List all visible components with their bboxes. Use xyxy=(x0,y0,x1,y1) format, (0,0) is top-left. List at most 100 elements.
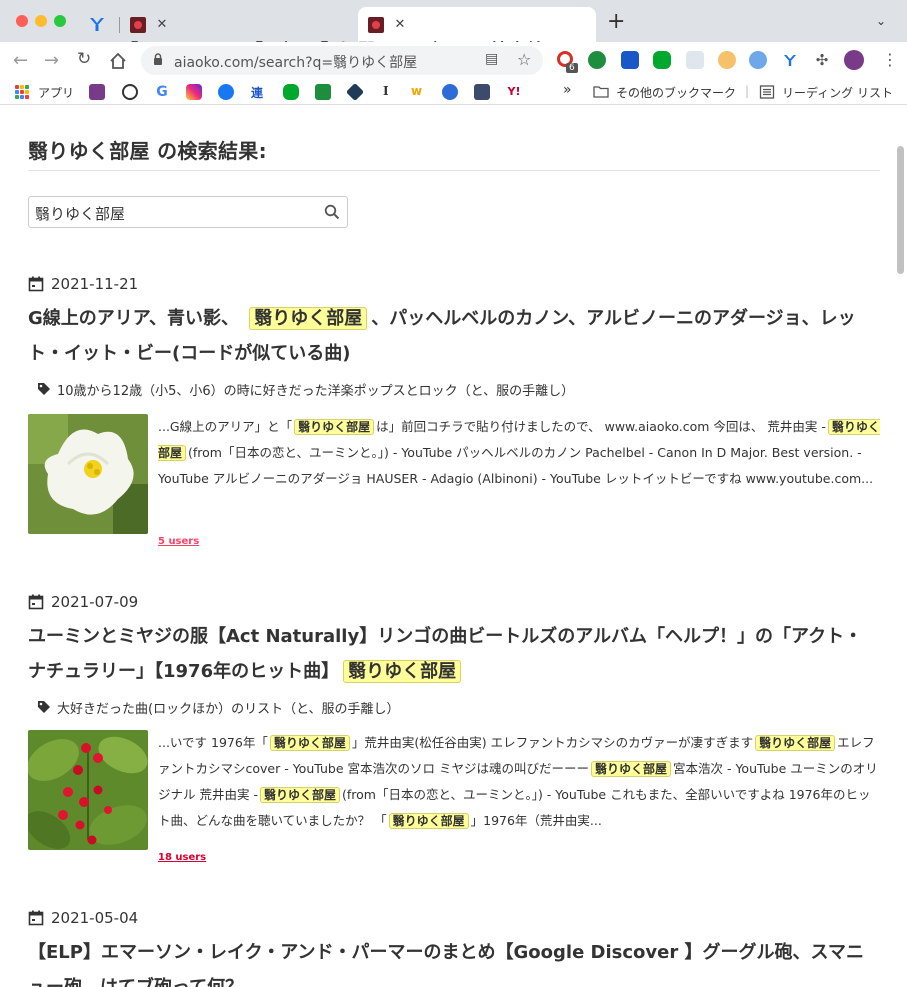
close-tab-icon[interactable]: ✕ xyxy=(392,17,408,32)
bookmark-star-icon[interactable]: ☆ xyxy=(517,50,531,69)
bookmark-other-folder[interactable]: その他のブックマーク xyxy=(616,84,736,101)
bookmark-yahoo-icon[interactable]: Y! xyxy=(506,84,522,100)
extension-pen-icon[interactable] xyxy=(686,51,704,69)
close-window-button[interactable] xyxy=(16,15,28,27)
extension-face-icon[interactable] xyxy=(718,51,736,69)
post-category[interactable]: 10歳から12歳（小5、小6）の時に好きだった洋楽ポップスとロック（と、服の手離… xyxy=(37,379,574,399)
bookmark-ren[interactable]: 連 xyxy=(251,84,263,101)
bookmark-list-icon[interactable] xyxy=(474,84,490,100)
post-title-link[interactable]: G線上のアリア、青い影、 翳りゆく部屋 、パッヘルベルのカノン、アルビノーニのアダ… xyxy=(28,301,880,371)
extensions-puzzle-icon[interactable]: ✣ xyxy=(813,51,831,69)
bookmark-apps[interactable]: アプリ xyxy=(38,84,74,101)
page-title: 翳りゆく部屋 の検索結果: xyxy=(28,139,267,163)
white-flower-image xyxy=(28,414,148,534)
extension-blue-icon[interactable] xyxy=(621,51,639,69)
page-content: 翳りゆく部屋 の検索結果: 翳りゆく部屋 2021-11-21 G線上のアリア、… xyxy=(0,106,907,987)
search-term-highlight: 翳りゆく部屋 xyxy=(755,735,836,751)
url-text[interactable]: aiaoko.com/search?q=翳りゆく部屋 xyxy=(174,52,417,72)
apps-grid-icon[interactable] xyxy=(15,85,29,99)
bookmark-reading-list[interactable]: リーディング リスト xyxy=(782,84,893,101)
excerpt-text: ...G線上のアリア」と「 xyxy=(158,419,293,434)
calendar-icon xyxy=(28,276,44,292)
bookmarks-overflow-icon[interactable]: » xyxy=(563,82,572,98)
bookmark-w[interactable]: w xyxy=(411,84,422,98)
post-thumbnail[interactable] xyxy=(28,730,148,850)
bookmark-i[interactable]: I xyxy=(383,84,389,98)
excerpt-text: ...いです 1976年「 xyxy=(158,735,268,750)
tag-icon xyxy=(38,383,50,395)
bookmark-purple-icon[interactable] xyxy=(89,84,105,100)
site-favicon-icon xyxy=(130,16,146,33)
lock-icon[interactable] xyxy=(153,53,163,65)
post-category-label[interactable]: 大好きだった曲(ロックほか）のリスト（と、服の手離し） xyxy=(57,698,400,717)
new-tab-button[interactable]: + xyxy=(607,9,625,34)
post-title-link[interactable]: 【ELP】エマーソン・レイク・アンド・パーマーのまとめ【Google Disco… xyxy=(28,935,880,987)
tab-title: 【Alive Inside】映画「パーソナルソング」 xyxy=(120,34,358,42)
close-tab-icon[interactable]: ✕ xyxy=(154,17,170,32)
post-category[interactable]: 大好きだった曲(ロックほか）のリスト（と、服の手離し） xyxy=(37,697,400,717)
bookmark-evernote-icon[interactable] xyxy=(283,84,299,100)
post-date-text: 2021-07-09 xyxy=(51,593,139,611)
extension-compass-icon[interactable] xyxy=(749,51,767,69)
post-date-text: 2021-05-04 xyxy=(51,909,139,927)
post-thumbnail[interactable] xyxy=(28,414,148,534)
forward-arrow-icon[interactable]: → xyxy=(44,50,59,71)
bookmark-instagram-icon[interactable] xyxy=(186,84,202,100)
scrollbar-thumb[interactable] xyxy=(897,146,904,274)
search-term-highlight: 翳りゆく部屋 xyxy=(259,787,340,803)
evernote-icon[interactable] xyxy=(653,51,671,69)
post-title-text[interactable]: G線上のアリア、青い影、 xyxy=(28,308,239,329)
search-input[interactable]: 翳りゆく部屋 xyxy=(28,196,348,228)
tab-alive-inside[interactable]: 【Alive Inside】映画「パーソナルソング」 ✕ xyxy=(120,7,358,42)
hatena-bookmark-users-link[interactable]: 18 users xyxy=(158,852,206,863)
bookmark-google-icon[interactable]: G xyxy=(154,84,170,100)
back-arrow-icon[interactable]: ← xyxy=(13,50,28,71)
bookmarks-divider: | xyxy=(745,84,750,98)
search-term-highlight[interactable]: 翳りゆく部屋 xyxy=(343,660,462,683)
post-title-link[interactable]: ユーミンとミヤジの服【Act Naturally】リンゴの曲ビートルズのアルバム… xyxy=(28,619,880,689)
extension-badge: 6 xyxy=(566,63,578,73)
extension-v-icon[interactable] xyxy=(781,51,799,69)
bookmark-diamond-icon[interactable] xyxy=(345,82,365,102)
excerpt-text: (from「日本の恋と、ユーミンと。」) - YouTube パッヘルベルのカノ… xyxy=(158,445,874,486)
post-date-text: 2021-11-21 xyxy=(51,275,139,293)
reload-icon[interactable]: ↻ xyxy=(77,49,91,69)
excerpt-text: 」荒井由実(松任谷由実) エレファントカシマシのカヴァーが凄すぎます xyxy=(351,735,754,750)
tab-search-chevron-icon[interactable]: ⌄ xyxy=(876,14,886,28)
bookmark-circle-icon[interactable] xyxy=(122,84,138,100)
post-date: 2021-07-09 xyxy=(28,592,138,612)
search-icon[interactable] xyxy=(324,204,340,220)
folder-icon xyxy=(593,86,609,98)
calendar-icon xyxy=(28,594,44,610)
post-category-label[interactable]: 10歳から12歳（小5、小6）の時に好きだった洋楽ポップスとロック（と、服の手離… xyxy=(57,380,574,399)
home-icon[interactable] xyxy=(109,52,127,70)
red-berries-image xyxy=(28,730,148,850)
post-date: 2021-11-21 xyxy=(28,274,138,294)
post-date: 2021-05-04 xyxy=(28,908,138,928)
tab-strip: 【Alive Inside】映画「パーソナルソング」 ✕ 翳りゆく部屋 の検索結… xyxy=(0,0,907,42)
site-favicon-icon xyxy=(368,16,384,33)
address-bar[interactable]: aiaoko.com/search?q=翳りゆく部屋 ▤ ☆ xyxy=(141,46,543,75)
bookmark-blue-circle-icon[interactable] xyxy=(442,84,458,100)
fullscreen-window-button[interactable] xyxy=(54,15,66,27)
extension-green-icon[interactable] xyxy=(588,51,606,69)
browser-menu-icon[interactable]: ⋮ xyxy=(882,50,898,69)
tab-search-results[interactable]: 翳りゆく部屋 の検索結果 - あいあ ✕ xyxy=(358,7,596,42)
search-term-highlight: 翳りゆく部屋 xyxy=(269,735,350,751)
pinned-tab-icon[interactable] xyxy=(86,13,108,35)
bookmark-s-icon[interactable] xyxy=(315,84,331,100)
tag-icon xyxy=(38,701,50,713)
post-title-text[interactable]: 【ELP】エマーソン・レイク・アンド・パーマーのまとめ【Google Disco… xyxy=(28,942,864,987)
minimize-window-button[interactable] xyxy=(35,15,47,27)
calendar-icon xyxy=(28,910,44,926)
bookmarks-bar: アプリ G 連 I w Y! » その他のブックマーク | リーディング リスト xyxy=(0,78,907,105)
excerpt-text: は」前回コチラで貼り付けましたので、 www.aiaoko.com 今回は、 荒… xyxy=(376,419,826,434)
excerpt-text: 」1976年（荒井由実... xyxy=(470,813,602,828)
hatena-bookmark-users-link[interactable]: 5 users xyxy=(158,536,199,547)
reader-mode-icon[interactable]: ▤ xyxy=(485,51,498,67)
heading-divider xyxy=(28,170,880,171)
profile-avatar[interactable] xyxy=(844,50,864,70)
bookmark-facebook-icon[interactable] xyxy=(218,84,234,100)
search-input-value[interactable]: 翳りゆく部屋 xyxy=(35,203,125,224)
search-term-highlight[interactable]: 翳りゆく部屋 xyxy=(249,307,368,330)
